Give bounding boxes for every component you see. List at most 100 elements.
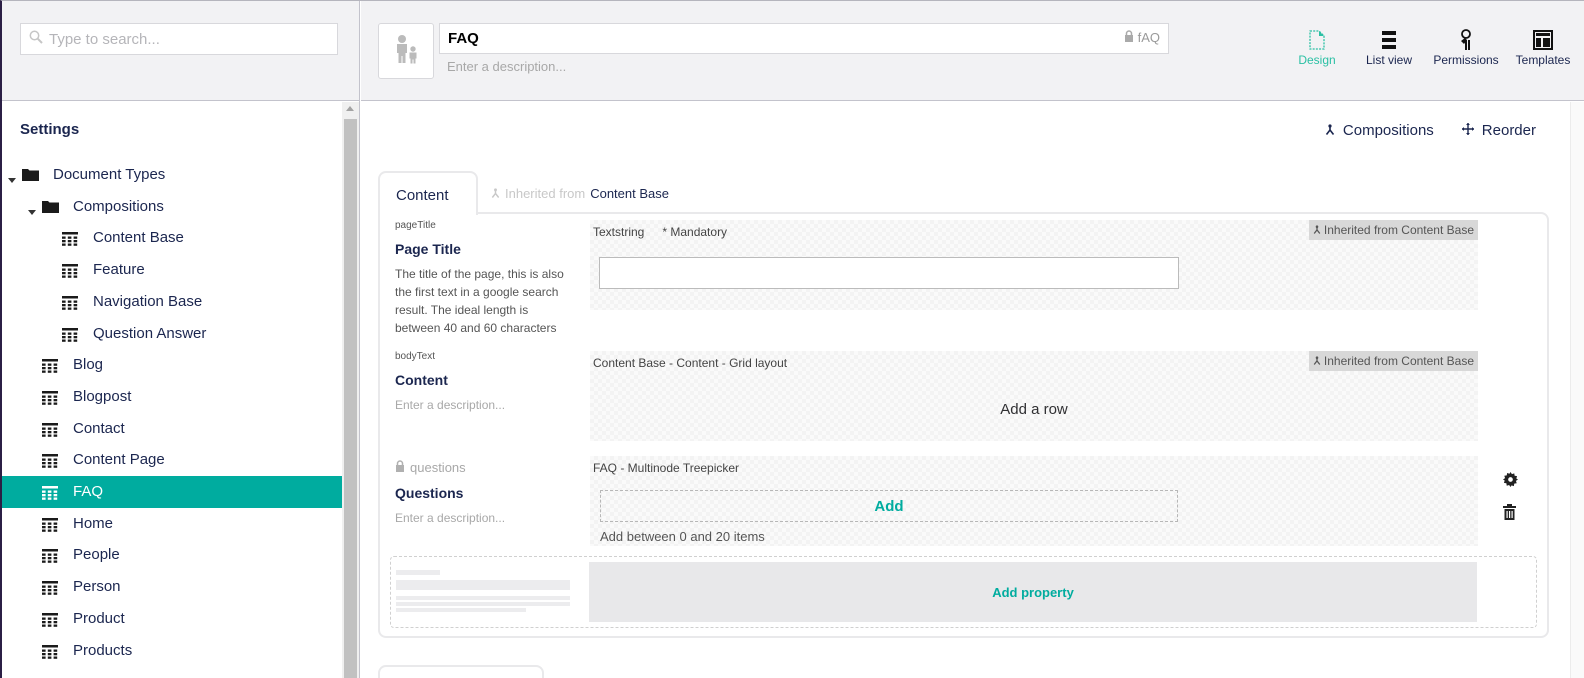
skeleton-line	[396, 602, 570, 606]
search-input[interactable]	[49, 30, 329, 48]
doctype-description-input[interactable]	[447, 57, 1147, 75]
tab-list-view[interactable]: List view	[1356, 29, 1422, 73]
tree-item[interactable]: Question Answer	[2, 318, 342, 350]
main-scrollbar[interactable]	[1570, 102, 1584, 678]
tree-item[interactable]: Contact	[2, 413, 342, 445]
tree-item[interactable]: Blogpost	[2, 381, 342, 413]
reorder-label: Reorder	[1481, 122, 1536, 139]
search-icon	[29, 30, 43, 49]
alias-lock[interactable]: fAQ	[1124, 30, 1160, 45]
settings-gear-icon[interactable]	[1503, 472, 1518, 492]
tree-item-label: FAQ	[73, 483, 104, 500]
scroll-up-arrow-icon[interactable]	[346, 106, 354, 111]
tree-item[interactable]: Person	[2, 571, 342, 603]
add-items-button[interactable]: Add	[600, 490, 1178, 522]
inherited-badge-text: Inherited from Content Base	[1323, 223, 1474, 237]
add-tab-placeholder[interactable]	[378, 665, 544, 678]
skeleton-line	[396, 596, 570, 600]
caret-down-icon[interactable]	[28, 203, 38, 215]
doctype-icon-picker[interactable]	[378, 23, 434, 79]
inherited-prefix: Inherited from	[505, 186, 586, 201]
tab-permissions[interactable]: Permissions	[1428, 29, 1504, 73]
property-name[interactable]: Questions	[395, 485, 575, 501]
property-actions	[1503, 472, 1518, 525]
property-row: bodyText Content Enter a description... …	[380, 351, 1551, 441]
tree-item[interactable]: Home	[2, 508, 342, 540]
skeleton-line	[396, 580, 570, 590]
doctype-icon	[62, 295, 78, 314]
app-window: Settings Document Types Compositions Conte…	[0, 0, 1584, 678]
design-toolbar: Compositions Reorder	[1325, 122, 1536, 139]
caret-down-icon[interactable]	[8, 171, 18, 183]
doctype-icon	[42, 517, 58, 536]
property-editor-preview[interactable]: Textstring * Mandatory Inherited from Co…	[590, 220, 1478, 310]
property-alias: pageTitle	[395, 220, 436, 231]
doctype-icon	[42, 390, 58, 409]
compositions-icon	[1313, 354, 1321, 368]
doctype-name-field[interactable]: fAQ	[439, 23, 1169, 54]
tree-item-label: Question Answer	[93, 324, 207, 342]
add-property-button[interactable]: Add property	[589, 562, 1477, 622]
move-icon	[1461, 122, 1474, 139]
editor-type-label: FAQ - Multinode Treepicker	[593, 461, 740, 475]
editor-main: Compositions Reorder Content Inherited f…	[361, 102, 1584, 678]
lock-icon	[1124, 30, 1134, 45]
property-alias-text: questions	[410, 460, 466, 475]
property-description: The title of the page, this is also the …	[395, 267, 564, 335]
tree-item[interactable]: Compositions	[2, 191, 342, 223]
doctype-icon	[42, 612, 58, 631]
tree-item-label: People	[73, 546, 120, 564]
editor-info: Textstring * Mandatory	[593, 225, 727, 239]
property-meta: bodyText Content Enter a description...	[395, 351, 575, 414]
tree-item[interactable]: Product	[2, 603, 342, 635]
tree-item[interactable]: Navigation Base	[2, 286, 342, 318]
trash-icon[interactable]	[1503, 504, 1518, 525]
tab-design[interactable]: Design	[1284, 29, 1350, 73]
textstring-preview	[599, 257, 1179, 289]
tab-permissions-label: Permissions	[1433, 53, 1499, 67]
property-description[interactable]: Enter a description...	[395, 509, 575, 527]
tree-item[interactable]: Feature	[2, 254, 342, 286]
tree-item[interactable]: Blog	[2, 349, 342, 381]
tree-item-label: Contact	[73, 419, 125, 437]
family-icon	[393, 34, 419, 69]
scroll-thumb[interactable]	[344, 119, 357, 678]
property-name: Content	[395, 372, 448, 388]
inherited-badge: Inherited from Content Base	[1308, 220, 1478, 240]
doctype-icon	[62, 264, 78, 282]
property-row: questions Questions Enter a description.…	[380, 456, 1551, 548]
sidebar-scrollbar[interactable]	[342, 102, 359, 678]
property-editor-preview[interactable]: FAQ - Multinode Treepicker Add Add betwe…	[590, 456, 1478, 546]
skeleton-line	[396, 570, 440, 575]
tree-item-label: Feature	[93, 261, 145, 279]
sidebar-header	[2, 1, 359, 101]
doctype-icon	[42, 486, 58, 504]
property-group: pageTitle Page Title The title of the pa…	[378, 212, 1549, 638]
property-description[interactable]: Enter a description...	[395, 396, 575, 414]
inherited-badge: Inherited from Content Base	[1308, 351, 1478, 371]
property-editor-preview[interactable]: Content Base - Content - Grid layout Inh…	[590, 351, 1478, 441]
lock-icon	[395, 460, 405, 475]
tab-content[interactable]: Content	[378, 171, 478, 215]
list-icon	[1382, 29, 1396, 51]
tree-item[interactable]: Content Base	[2, 222, 342, 254]
search-box[interactable]	[20, 23, 338, 55]
property-alias[interactable]: questions	[395, 460, 575, 475]
editor-type-label: Textstring	[593, 225, 645, 239]
tree-item[interactable]: Products	[2, 635, 342, 667]
doctype-name-input[interactable]	[448, 30, 1048, 47]
doctype-icon	[42, 581, 58, 599]
tree-item[interactable]: FAQ	[2, 476, 342, 508]
doctype-icon	[62, 232, 78, 250]
tree-item[interactable]: Content Page	[2, 444, 342, 476]
tab-templates[interactable]: Templates	[1510, 29, 1576, 73]
reorder-button[interactable]: Reorder	[1461, 122, 1536, 139]
document-icon	[1309, 29, 1325, 51]
compositions-button[interactable]: Compositions	[1325, 122, 1434, 139]
property-meta: questions Questions Enter a description.…	[395, 460, 575, 527]
tree-item-label: Blog	[73, 356, 104, 374]
tree-item[interactable]: People	[2, 539, 342, 571]
property-meta: pageTitle Page Title The title of the pa…	[395, 220, 575, 337]
tree-item[interactable]: Document Types	[2, 159, 342, 191]
add-property-zone[interactable]: Add property	[390, 556, 1537, 628]
